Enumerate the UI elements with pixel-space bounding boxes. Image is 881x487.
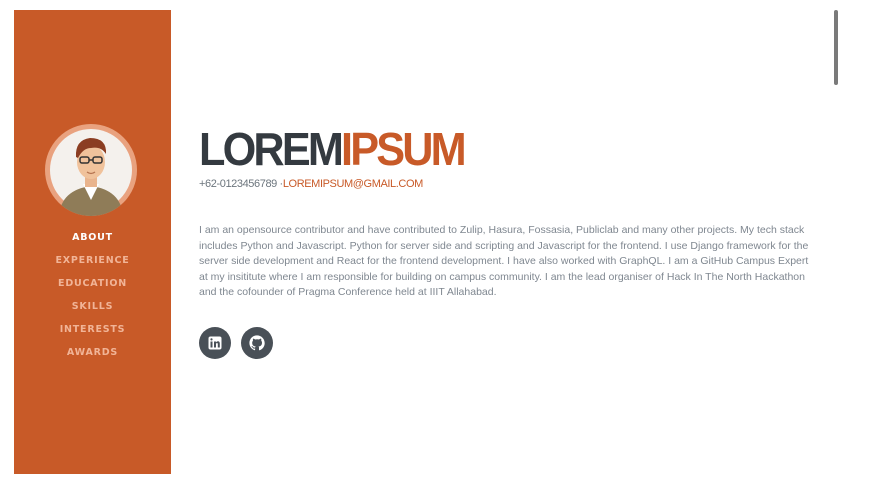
bio-text: I am an opensource contributor and have … [199, 224, 809, 299]
sidebar: About Experience Education Skills Intere… [14, 10, 171, 474]
linkedin-icon [208, 336, 222, 350]
github-icon [249, 335, 265, 351]
linkedin-button[interactable] [199, 327, 231, 359]
nav-item-about[interactable]: About [14, 232, 171, 255]
contact-line: +62-0123456789 ·LOREMIPSUM@GMAIL.COM [199, 178, 423, 190]
nav-item-awards[interactable]: Awards [14, 347, 171, 370]
nav-item-interests[interactable]: Interests [14, 324, 171, 347]
nav-item-education[interactable]: Education [14, 278, 171, 301]
phone-number: +62-0123456789 · [199, 178, 283, 190]
scrollbar-thumb[interactable] [834, 10, 838, 85]
avatar [45, 124, 137, 216]
last-name: IPSUM [341, 123, 467, 175]
social-links [199, 327, 273, 359]
page-title: LOREMIPSUM [199, 123, 467, 175]
profile-illustration [50, 129, 132, 216]
github-button[interactable] [241, 327, 273, 359]
nav-item-skills[interactable]: Skills [14, 301, 171, 324]
email-link[interactable]: LOREMIPSUM@GMAIL.COM [283, 178, 423, 190]
sidebar-nav: About Experience Education Skills Intere… [14, 232, 171, 370]
first-name: LOREM [199, 123, 344, 175]
nav-item-experience[interactable]: Experience [14, 255, 171, 278]
